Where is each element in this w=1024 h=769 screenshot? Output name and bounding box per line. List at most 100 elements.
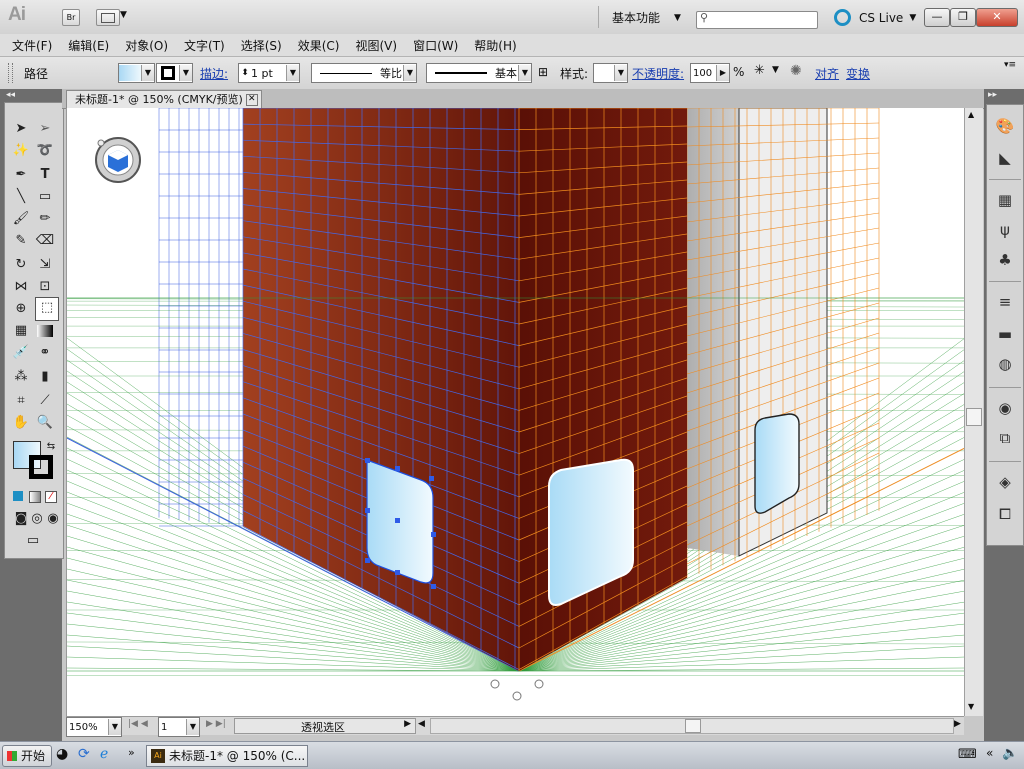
free-transform-tool-icon[interactable]: ⊡ (35, 277, 55, 297)
mesh-tool-icon[interactable]: ▦ (11, 321, 31, 341)
align-link[interactable]: 对齐 (815, 65, 839, 82)
stroke-color-dropdown[interactable]: ▼ (156, 63, 193, 83)
menu-view[interactable]: 视图(V) (355, 37, 397, 54)
app-icon[interactable]: ⟳ (78, 746, 90, 762)
blend-tool-icon[interactable]: ⚭ (35, 343, 55, 363)
tray-expand-icon[interactable]: « (986, 746, 993, 760)
stroke-panel-link[interactable]: 描边: (200, 65, 228, 82)
document-tab[interactable]: 未标题-1* @ 150% (CMYK/预览) ✕ (66, 90, 262, 108)
opacity-link[interactable]: 不透明度: (632, 65, 684, 82)
color-mode-icon[interactable] (13, 491, 23, 501)
graphic-style-dropdown[interactable]: ▼ (593, 63, 628, 83)
menu-edit[interactable]: 编辑(E) (68, 37, 109, 54)
perspective-grid-widget[interactable] (95, 137, 141, 183)
more-icon[interactable]: » (128, 746, 135, 759)
line-tool-icon[interactable]: ╲ (11, 187, 31, 207)
blob-brush-tool-icon[interactable]: ✎ (11, 231, 31, 251)
start-button[interactable]: 开始 (2, 745, 52, 767)
menu-effect[interactable]: 效果(C) (298, 37, 340, 54)
selection-tool-icon[interactable]: ➤ (11, 119, 31, 139)
recolor-artwork-icon[interactable]: ✳ (754, 63, 765, 78)
gradient-tool-icon[interactable] (37, 325, 53, 337)
draw-inside-icon[interactable]: ◉ (43, 509, 63, 529)
cs-live-button[interactable]: CS Live ▼ (834, 9, 916, 26)
vertical-scrollbar[interactable]: ▲ ▼ (964, 108, 983, 716)
layers-icon[interactable]: ◈ (994, 471, 1016, 493)
symbol-sprayer-tool-icon[interactable]: ⁂ (11, 367, 31, 387)
restore-button[interactable]: ❐ (950, 8, 976, 27)
none-mode-icon[interactable]: ⁄ (45, 491, 57, 503)
transform-link[interactable]: 变换 (846, 65, 870, 82)
chrome-icon[interactable]: ◕ (56, 746, 68, 762)
menu-object[interactable]: 对象(O) (125, 37, 168, 54)
artboard-navigator[interactable]: 1 ▼ (158, 717, 200, 737)
collapse-icon[interactable]: ◂◂ (6, 90, 15, 100)
chevron-down-icon[interactable]: ▼ (772, 65, 779, 75)
close-icon[interactable]: ✕ (245, 94, 258, 106)
width-tool-icon[interactable]: ⋈ (11, 277, 31, 297)
scroll-thumb[interactable] (966, 408, 982, 426)
paintbrush-tool-icon[interactable]: 🖌 (11, 209, 31, 229)
search-input[interactable]: ⚲ (696, 11, 818, 29)
menu-window[interactable]: 窗口(W) (413, 37, 458, 54)
column-graph-tool-icon[interactable]: ▮ (35, 367, 55, 387)
variable-width-profile-dropdown[interactable]: 等比 ▼ (311, 63, 417, 83)
arrange-documents-button[interactable] (96, 9, 120, 26)
artboard-canvas[interactable] (66, 108, 965, 716)
grid-handles[interactable] (490, 679, 544, 701)
scroll-left-icon[interactable]: ◀ (418, 719, 425, 729)
shape-builder-tool-icon[interactable]: ⊕ (11, 299, 31, 319)
appearance-icon[interactable]: ◉ (994, 397, 1016, 419)
gradient-panel-icon[interactable]: ▬ (994, 323, 1016, 345)
menu-type[interactable]: 文字(T) (184, 37, 225, 54)
symbols-icon[interactable]: ♣ (994, 249, 1016, 271)
rectangle-tool-icon[interactable]: ▭ (35, 187, 55, 207)
eyedropper-tool-icon[interactable]: 💉 (11, 343, 31, 363)
panel-menu-icon[interactable]: ▾≡ (1004, 60, 1016, 70)
ie-icon[interactable]: ℯ (100, 746, 108, 762)
bridge-button[interactable]: Br (62, 9, 80, 26)
scroll-up-icon[interactable]: ▲ (968, 110, 974, 119)
color-panel-icon[interactable]: 🎨 (994, 115, 1016, 137)
swatches-icon[interactable]: ▦ (994, 189, 1016, 211)
brushes-icon[interactable]: ψ (994, 219, 1016, 241)
direct-selection-tool-icon[interactable]: ➢ (35, 119, 55, 139)
fill-color-dropdown[interactable]: ▼ (118, 63, 155, 83)
taskbar-illustrator-item[interactable]: Ai 未标题-1* @ 150% (C... (146, 745, 308, 767)
horizontal-scrollbar[interactable] (430, 718, 954, 734)
scroll-right-icon[interactable]: ▶ (954, 719, 961, 729)
zoom-dropdown[interactable]: 150% ▼ (66, 717, 122, 737)
stroke-weight-field[interactable]: ⬍ 1 pt ▼ (238, 63, 300, 83)
artboards-icon[interactable]: ⧠ (994, 503, 1016, 525)
stepper-icon[interactable]: ⬍ (239, 68, 251, 78)
workspace-switcher[interactable]: 基本功能 ▼ (612, 9, 681, 26)
perspective-selection-tool-icon[interactable]: ⬚ (35, 297, 59, 321)
brush-options-icon[interactable]: ⊞ (538, 65, 548, 79)
pen-tool-icon[interactable]: ✒ (11, 165, 31, 185)
pencil-tool-icon[interactable]: ✏ (35, 209, 55, 229)
hand-tool-icon[interactable]: ✋ (11, 413, 31, 433)
gradient-mode-icon[interactable] (29, 491, 41, 503)
close-button[interactable]: ✕ (976, 8, 1018, 27)
speaker-icon[interactable]: 🔈 (1002, 746, 1018, 761)
graphic-styles-icon[interactable]: ⧉ (994, 427, 1016, 449)
first-artboard-icon[interactable]: |◀ ◀ (128, 719, 148, 729)
stroke-swatch[interactable] (29, 455, 53, 479)
screen-mode-icon[interactable]: ▭ (23, 531, 43, 551)
scale-tool-icon[interactable]: ⇲ (35, 255, 55, 275)
eraser-tool-icon[interactable]: ⌫ (35, 231, 55, 251)
last-artboard-icon[interactable]: ▶ ▶| (206, 719, 226, 729)
opacity-field[interactable]: 100 ▶ (690, 63, 730, 83)
keyboard-icon[interactable]: ⌨ (958, 747, 977, 762)
brush-definition-dropdown[interactable]: 基本 ▼ (426, 63, 532, 83)
menu-file[interactable]: 文件(F) (12, 37, 52, 54)
menu-select[interactable]: 选择(S) (241, 37, 282, 54)
color-guide-icon[interactable]: ◣ (994, 147, 1016, 169)
magic-wand-tool-icon[interactable]: ✨ (11, 141, 31, 161)
artboard-tool-icon[interactable]: ⌗ (11, 391, 31, 411)
minimize-button[interactable]: — (924, 8, 950, 27)
chevron-down-icon[interactable]: ▼ (120, 10, 127, 20)
scroll-thumb[interactable] (685, 719, 701, 733)
grip-handle[interactable] (8, 63, 13, 83)
zoom-tool-icon[interactable]: 🔍 (35, 413, 55, 433)
